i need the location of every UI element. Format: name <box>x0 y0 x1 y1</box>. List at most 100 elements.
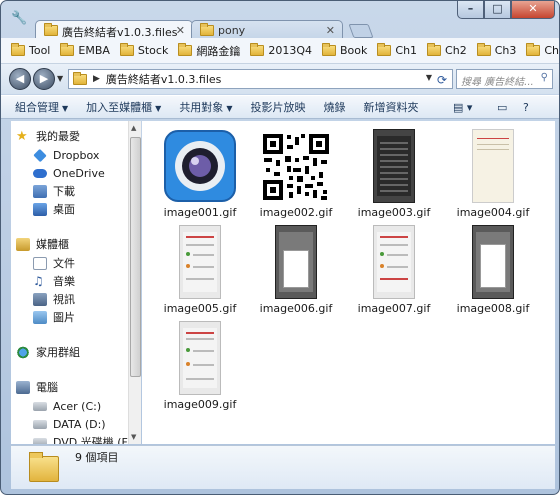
nav-downloads[interactable]: 下載 <box>33 183 75 199</box>
bookmarks-bar: Tool EMBA Stock 網路金鑰 2013Q4 Book Ch1 Ch2… <box>1 38 559 64</box>
breadcrumb-separator-icon[interactable]: ▶ <box>93 74 100 84</box>
scroll-down-icon[interactable]: ▼ <box>131 433 136 441</box>
refresh-icon[interactable]: ⟳ <box>437 74 452 86</box>
nav-desktop[interactable]: 桌面 <box>33 201 75 217</box>
nav-music[interactable]: ♫ 音樂 <box>33 273 75 289</box>
screenshot-thumbnail <box>472 225 514 299</box>
address-bar[interactable]: ▶ 廣告終結者v1.0.3.files ▼ ⟳ <box>68 69 453 89</box>
explorer-window: 🔧 廣告終結者v1.0.3.files ✕ pony ✕ – □ ✕ Tool … <box>0 0 560 495</box>
nav-drive-d[interactable]: DATA (D:) <box>33 416 106 432</box>
chevron-down-icon: ▼ <box>62 104 69 113</box>
bookmark-tool[interactable]: Tool <box>11 43 50 57</box>
file-name: image002.gif <box>259 206 333 219</box>
dvd-icon <box>33 437 47 444</box>
file-name: image004.gif <box>456 206 530 219</box>
scroll-up-icon[interactable]: ▲ <box>131 124 136 132</box>
nav-libraries[interactable]: 媒體櫃 <box>16 236 69 252</box>
back-arrow-icon[interactable]: ◀ <box>9 68 31 90</box>
preview-pane-icon[interactable]: ▭ <box>497 101 507 114</box>
file-name: image007.gif <box>357 302 431 315</box>
bookmark-ch1[interactable]: Ch1 <box>377 43 417 57</box>
file-item[interactable]: image001.gif <box>154 129 246 219</box>
nav-homegroup[interactable]: 家用群組 <box>16 344 80 360</box>
nav-pictures[interactable]: 圖片 <box>33 309 75 325</box>
library-icon <box>16 237 30 251</box>
search-icon[interactable]: ⚲ <box>541 72 548 83</box>
new-tab-button[interactable] <box>348 24 374 38</box>
share-with-button[interactable]: 共用對象 ▼ <box>179 99 232 115</box>
nav-drive-c[interactable]: Acer (C:) <box>33 398 101 414</box>
organize-button[interactable]: 組合管理 ▼ <box>15 99 68 115</box>
bookmark-ch3[interactable]: Ch3 <box>476 43 516 57</box>
slideshow-button[interactable]: 投影片放映 <box>250 99 305 115</box>
scrollbar-thumb[interactable] <box>130 137 141 377</box>
file-item[interactable]: image004.gif <box>447 129 539 219</box>
folder-icon <box>427 43 442 56</box>
screenshot-thumbnail <box>179 225 221 299</box>
file-item[interactable]: image007.gif <box>348 225 440 315</box>
close-button[interactable]: ✕ <box>511 1 555 19</box>
nav-onedrive[interactable]: OneDrive <box>33 165 105 181</box>
wrench-icon[interactable]: 🔧 <box>11 11 27 27</box>
help-icon[interactable]: ? <box>523 101 529 114</box>
folder-icon <box>526 43 541 56</box>
bookmark-network-key[interactable]: 網路金鑰 <box>178 43 240 59</box>
screenshot-thumbnail <box>275 225 317 299</box>
file-item[interactable]: image003.gif <box>348 129 440 219</box>
nav-dropbox[interactable]: Dropbox <box>33 147 99 163</box>
file-item[interactable]: image006.gif <box>250 225 342 315</box>
folder-icon <box>29 452 59 482</box>
file-list: image001.gif image002.gif image003.gif i… <box>142 121 555 444</box>
maximize-button[interactable]: □ <box>484 1 511 19</box>
item-count: 9 個項目 <box>75 451 119 464</box>
file-item[interactable]: image008.gif <box>447 225 539 315</box>
drive-icon <box>33 419 47 429</box>
file-name: image001.gif <box>163 206 237 219</box>
close-tab-icon[interactable]: ✕ <box>326 24 335 37</box>
bookmark-emba[interactable]: EMBA <box>60 43 110 57</box>
file-name: image009.gif <box>163 398 237 411</box>
nav-videos[interactable]: 視訊 <box>33 291 75 307</box>
search-input[interactable]: 搜尋 廣告終結... ⚲ <box>456 69 553 89</box>
chevron-down-icon: ▼ <box>226 104 233 113</box>
minimize-button[interactable]: – <box>457 1 484 19</box>
nav-dvd-drive[interactable]: DVD 光碟機 (F:) A <box>33 434 140 444</box>
tab-label: pony <box>218 24 246 37</box>
file-name: image008.gif <box>456 302 530 315</box>
music-icon: ♫ <box>33 273 44 288</box>
nav-documents[interactable]: 文件 <box>33 255 75 271</box>
history-dropdown-icon[interactable]: ▼ <box>57 74 63 83</box>
add-to-library-button[interactable]: 加入至媒體櫃 ▼ <box>86 99 161 115</box>
document-icon <box>33 256 47 270</box>
folder-icon <box>44 23 58 36</box>
burn-button[interactable]: 燒錄 <box>323 99 345 115</box>
change-view-icon[interactable]: ▤ ▾ <box>453 101 472 114</box>
folder-icon <box>476 43 491 56</box>
file-item[interactable]: image009.gif <box>154 321 246 411</box>
picture-icon <box>33 310 47 324</box>
bookmark-ch2[interactable]: Ch2 <box>427 43 467 57</box>
new-folder-button[interactable]: 新增資料夾 <box>363 99 418 115</box>
file-item[interactable]: image005.gif <box>154 225 246 315</box>
chevron-down-icon: ▼ <box>155 104 162 113</box>
address-dropdown-icon[interactable]: ▼ <box>426 73 432 82</box>
dropbox-icon <box>33 148 47 162</box>
file-name: image005.gif <box>163 302 237 315</box>
navigation-row: ◀ ▶ ▼ ▶ 廣告終結者v1.0.3.files ▼ ⟳ 搜尋 廣告終結...… <box>1 64 559 94</box>
nav-scrollbar[interactable]: ▲ ▼ <box>128 121 141 444</box>
forward-arrow-icon[interactable]: ▶ <box>33 68 55 90</box>
command-bar: 組合管理 ▼ 加入至媒體櫃 ▼ 共用對象 ▼ 投影片放映 燒錄 新增資料夾 ▤ ▾ ▭… <box>1 95 559 119</box>
tab-strip: 🔧 廣告終結者v1.0.3.files ✕ pony ✕ – □ ✕ <box>1 1 559 42</box>
nav-computer[interactable]: 電腦 <box>16 379 58 395</box>
address-path[interactable]: 廣告終結者v1.0.3.files <box>106 71 221 87</box>
bookmark-stock[interactable]: Stock <box>119 43 168 57</box>
bookmark-ch4[interactable]: Ch4 <box>526 43 559 57</box>
folder-icon <box>377 43 392 56</box>
nav-favorites[interactable]: ★ 我的最愛 <box>16 128 80 144</box>
close-tab-icon[interactable]: ✕ <box>176 24 185 37</box>
bookmark-book[interactable]: Book <box>322 43 367 57</box>
bookmark-2013q4[interactable]: 2013Q4 <box>250 43 312 57</box>
video-icon <box>33 292 47 306</box>
desktop-icon <box>33 202 47 216</box>
file-item[interactable]: image002.gif <box>250 129 342 219</box>
